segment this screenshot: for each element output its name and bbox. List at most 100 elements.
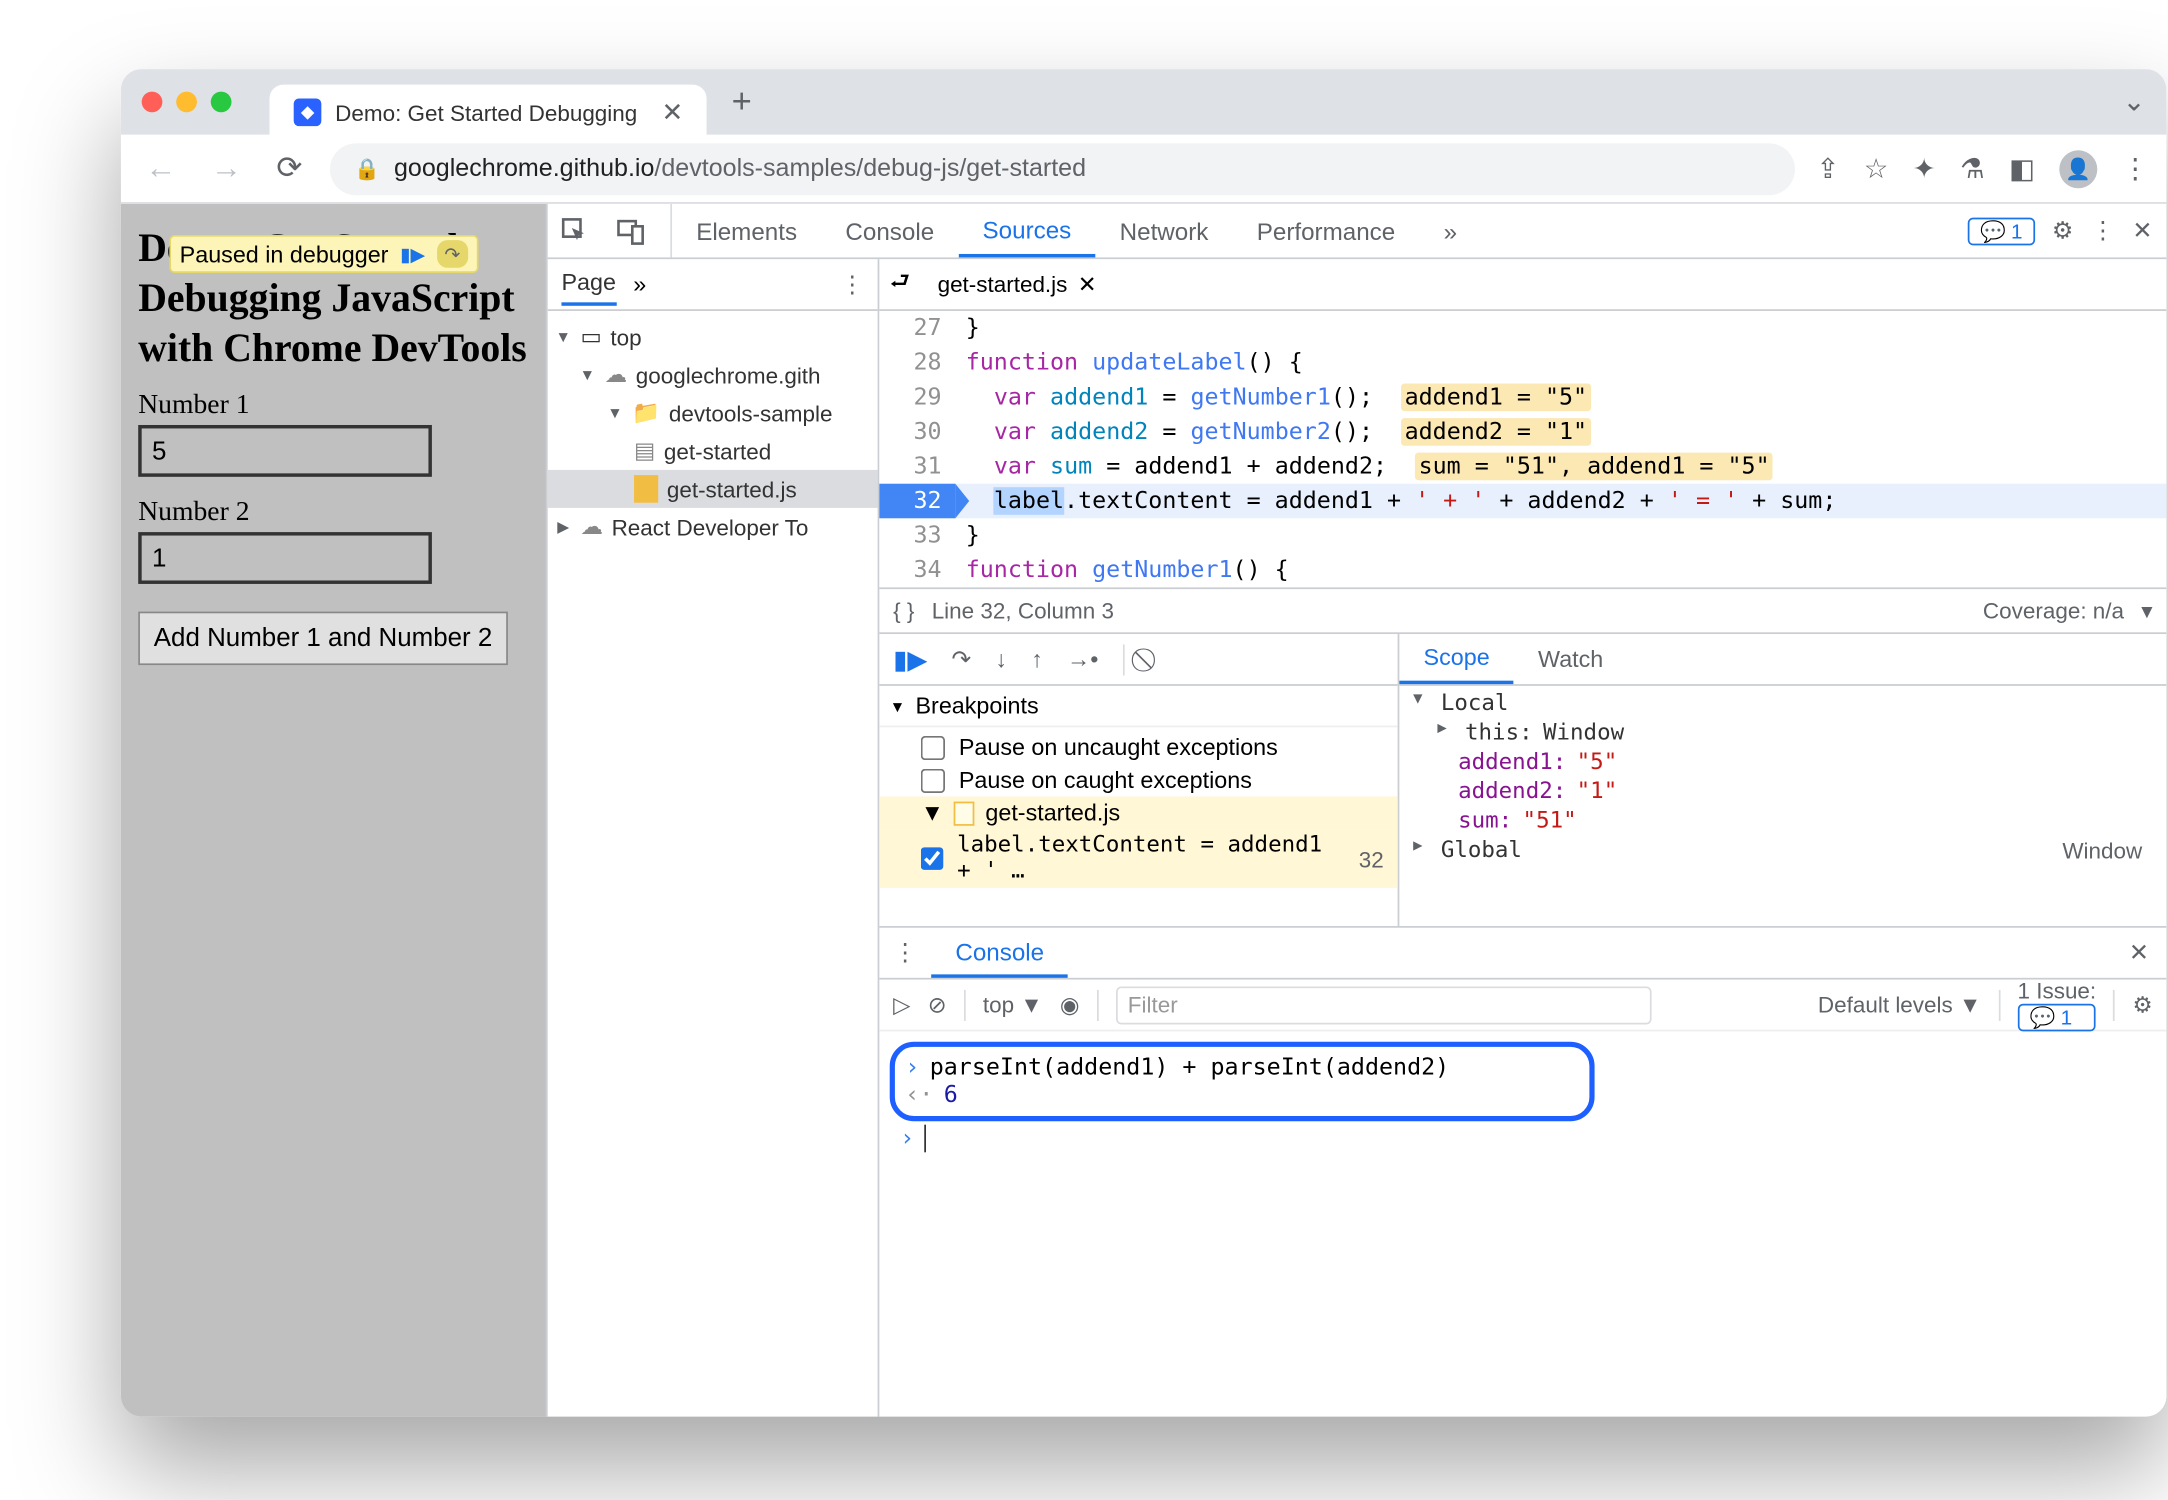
address-bar: ← → ⟳ 🔒 googlechrome.github.io/devtools-… xyxy=(121,135,2166,204)
scope-tab[interactable]: Scope xyxy=(1399,634,1514,684)
drawer-console-tab[interactable]: Console xyxy=(931,928,1068,978)
drawer-menu-icon[interactable]: ⋮ xyxy=(879,928,931,978)
navigator-menu-icon[interactable]: ⋮ xyxy=(840,270,863,298)
tab-console[interactable]: Console xyxy=(821,204,958,258)
breakpoint-file[interactable]: ▼get-started.js xyxy=(879,796,1397,829)
clear-console-icon[interactable]: ⊘ xyxy=(928,991,947,1019)
menu-icon[interactable]: ⋮ xyxy=(2121,151,2149,186)
url-path: /devtools-samples/debug-js/get-started xyxy=(654,155,1086,183)
lock-icon: 🔒 xyxy=(354,156,380,180)
breakpoint-line[interactable]: label.textContent = addend1 + ' …32 xyxy=(879,829,1397,888)
devtools-tabs: Elements Console Sources Network Perform… xyxy=(548,204,2167,259)
reload-button[interactable]: ⟳ xyxy=(270,143,310,193)
add-button[interactable]: Add Number 1 and Number 2 xyxy=(138,612,508,666)
resume-icon[interactable]: ▮▶ xyxy=(893,644,927,675)
code-line[interactable]: 28function updateLabel() { xyxy=(879,346,2166,381)
navigator-page-tab[interactable]: Page xyxy=(561,270,615,306)
pretty-print-icon[interactable]: { } xyxy=(893,598,914,624)
live-expression-icon[interactable]: ◉ xyxy=(1060,991,1080,1019)
device-toolbar-icon[interactable] xyxy=(603,204,658,258)
step-mini-icon[interactable]: ↷ xyxy=(437,240,468,268)
navigator-pane: Page » ⋮ ▼▭top ▼☁googlechrome.gith ▼📁dev… xyxy=(548,259,880,1416)
console-sidebar-icon[interactable]: ▷ xyxy=(893,991,910,1019)
code-line[interactable]: 34function getNumber1() { xyxy=(879,553,2166,588)
console-settings-icon[interactable]: ⚙ xyxy=(2132,991,2152,1019)
navigator-overflow-icon[interactable]: » xyxy=(633,271,646,297)
maximize-window-icon[interactable] xyxy=(211,92,232,113)
console-filter-input[interactable]: Filter xyxy=(1116,986,1652,1024)
tree-file-js[interactable]: get-started.js xyxy=(548,470,878,508)
close-devtools-icon[interactable]: ✕ xyxy=(2132,216,2152,245)
minimize-window-icon[interactable] xyxy=(176,92,197,113)
close-drawer-icon[interactable]: ✕ xyxy=(2112,928,2167,978)
code-line[interactable]: 32 label.textContent = addend1 + ' + ' +… xyxy=(879,484,2166,519)
tab-performance[interactable]: Performance xyxy=(1233,204,1420,258)
scope-var: sum: "51" xyxy=(1399,807,2166,836)
browser-window: ◆ Demo: Get Started Debugging ✕ + ⌄ ← → … xyxy=(121,69,2166,1417)
forward-button[interactable]: → xyxy=(204,143,249,193)
toggle-navigator-icon[interactable]: ⮐ xyxy=(890,265,910,303)
console-prompt[interactable]: › xyxy=(890,1121,2156,1156)
share-icon[interactable]: ⇪ xyxy=(1816,151,1839,186)
close-tab-icon[interactable]: ✕ xyxy=(661,97,683,128)
close-window-icon[interactable] xyxy=(142,92,163,113)
issues-pill[interactable]: 💬 1 xyxy=(1968,217,2035,245)
sidepanel-icon[interactable]: ◧ xyxy=(2009,151,2035,186)
tree-top[interactable]: ▼▭top xyxy=(548,318,878,356)
file-tab[interactable]: get-started.js✕ xyxy=(924,263,1111,304)
console-drawer: ⋮ Console ✕ ▷ ⊘ top ▼ ◉ Filter D xyxy=(879,926,2166,1166)
pause-caught-checkbox[interactable]: Pause on caught exceptions xyxy=(879,764,1397,797)
code-line[interactable]: 33} xyxy=(879,518,2166,553)
tree-domain[interactable]: ▼☁googlechrome.gith xyxy=(548,356,878,394)
browser-tab[interactable]: ◆ Demo: Get Started Debugging ✕ xyxy=(270,85,708,140)
url-input[interactable]: 🔒 googlechrome.github.io/devtools-sample… xyxy=(330,143,1795,195)
editor-statusbar: { } Line 32, Column 3 Coverage: n/a ▾ xyxy=(879,587,2166,632)
step-into-icon[interactable]: ↓ xyxy=(995,646,1007,672)
resume-mini-icon[interactable]: ▮▶ xyxy=(397,240,428,268)
code-line[interactable]: 29 var addend1 = getNumber1(); addend1 =… xyxy=(879,380,2166,415)
step-out-icon[interactable]: ↑ xyxy=(1031,646,1043,672)
paused-badge: Paused in debugger ▮▶ ↷ xyxy=(169,235,478,273)
step-icon[interactable]: →• xyxy=(1067,646,1099,672)
inspect-icon[interactable] xyxy=(548,204,603,258)
page-viewport: Paused in debugger ▮▶ ↷ Demo: Get Starte… xyxy=(121,204,546,1417)
coverage-dropdown-icon[interactable]: ▾ xyxy=(2141,597,2152,625)
number1-label: Number 1 xyxy=(121,381,546,426)
step-over-icon[interactable]: ↷ xyxy=(952,645,972,673)
code-line[interactable]: 27} xyxy=(879,311,2166,346)
code-editor[interactable]: 27}28function updateLabel() {29 var adde… xyxy=(879,311,2166,587)
url-host: googlechrome.github.io xyxy=(394,155,654,183)
code-line[interactable]: 30 var addend2 = getNumber2(); addend2 =… xyxy=(879,415,2166,450)
new-tab-button[interactable]: + xyxy=(732,82,752,122)
issues-link[interactable]: 1 Issue: 💬 1 xyxy=(2018,978,2097,1032)
breakpoints-section[interactable]: ▼Breakpoints xyxy=(879,686,1397,727)
coverage-label: Coverage: n/a xyxy=(1983,598,2124,624)
tab-elements[interactable]: Elements xyxy=(672,204,821,258)
close-file-icon[interactable]: ✕ xyxy=(1078,270,1097,298)
back-button[interactable]: ← xyxy=(138,143,183,193)
highlighted-console-eval: ›parseInt(addend1) + parseInt(addend2) ‹… xyxy=(890,1042,1595,1121)
settings-icon[interactable]: ⚙ xyxy=(2052,216,2074,245)
code-line[interactable]: 31 var sum = addend1 + addend2; sum = "5… xyxy=(879,449,2166,484)
profile-avatar[interactable]: 👤 xyxy=(2059,149,2097,187)
devtools-menu-icon[interactable]: ⋮ xyxy=(2091,216,2115,245)
log-levels-selector[interactable]: Default levels ▼ xyxy=(1818,992,1981,1018)
pause-uncaught-checkbox[interactable]: Pause on uncaught exceptions xyxy=(879,731,1397,764)
tree-react-ext[interactable]: ▶☁React Developer To xyxy=(548,508,878,546)
tree-file-html[interactable]: ▤get-started xyxy=(548,432,878,470)
labs-icon[interactable]: ⚗ xyxy=(1960,151,1985,186)
context-selector[interactable]: top ▼ xyxy=(983,992,1043,1018)
number2-input[interactable] xyxy=(138,533,432,585)
extensions-icon[interactable]: ✦ xyxy=(1913,151,1936,186)
number1-input[interactable] xyxy=(138,425,432,477)
tabs-overflow-icon[interactable]: » xyxy=(1419,204,1481,258)
watch-tab[interactable]: Watch xyxy=(1514,634,1628,684)
console-result: 6 xyxy=(944,1081,958,1109)
tree-folder[interactable]: ▼📁devtools-sample xyxy=(548,394,878,432)
scope-var: addend2: "1" xyxy=(1399,777,2166,806)
console-input-expr: parseInt(addend1) + parseInt(addend2) xyxy=(930,1054,1450,1082)
tab-sources[interactable]: Sources xyxy=(958,204,1095,258)
tabs-dropdown-icon[interactable]: ⌄ xyxy=(2123,85,2146,120)
bookmark-icon[interactable]: ☆ xyxy=(1864,151,1889,186)
tab-network[interactable]: Network xyxy=(1095,204,1232,258)
